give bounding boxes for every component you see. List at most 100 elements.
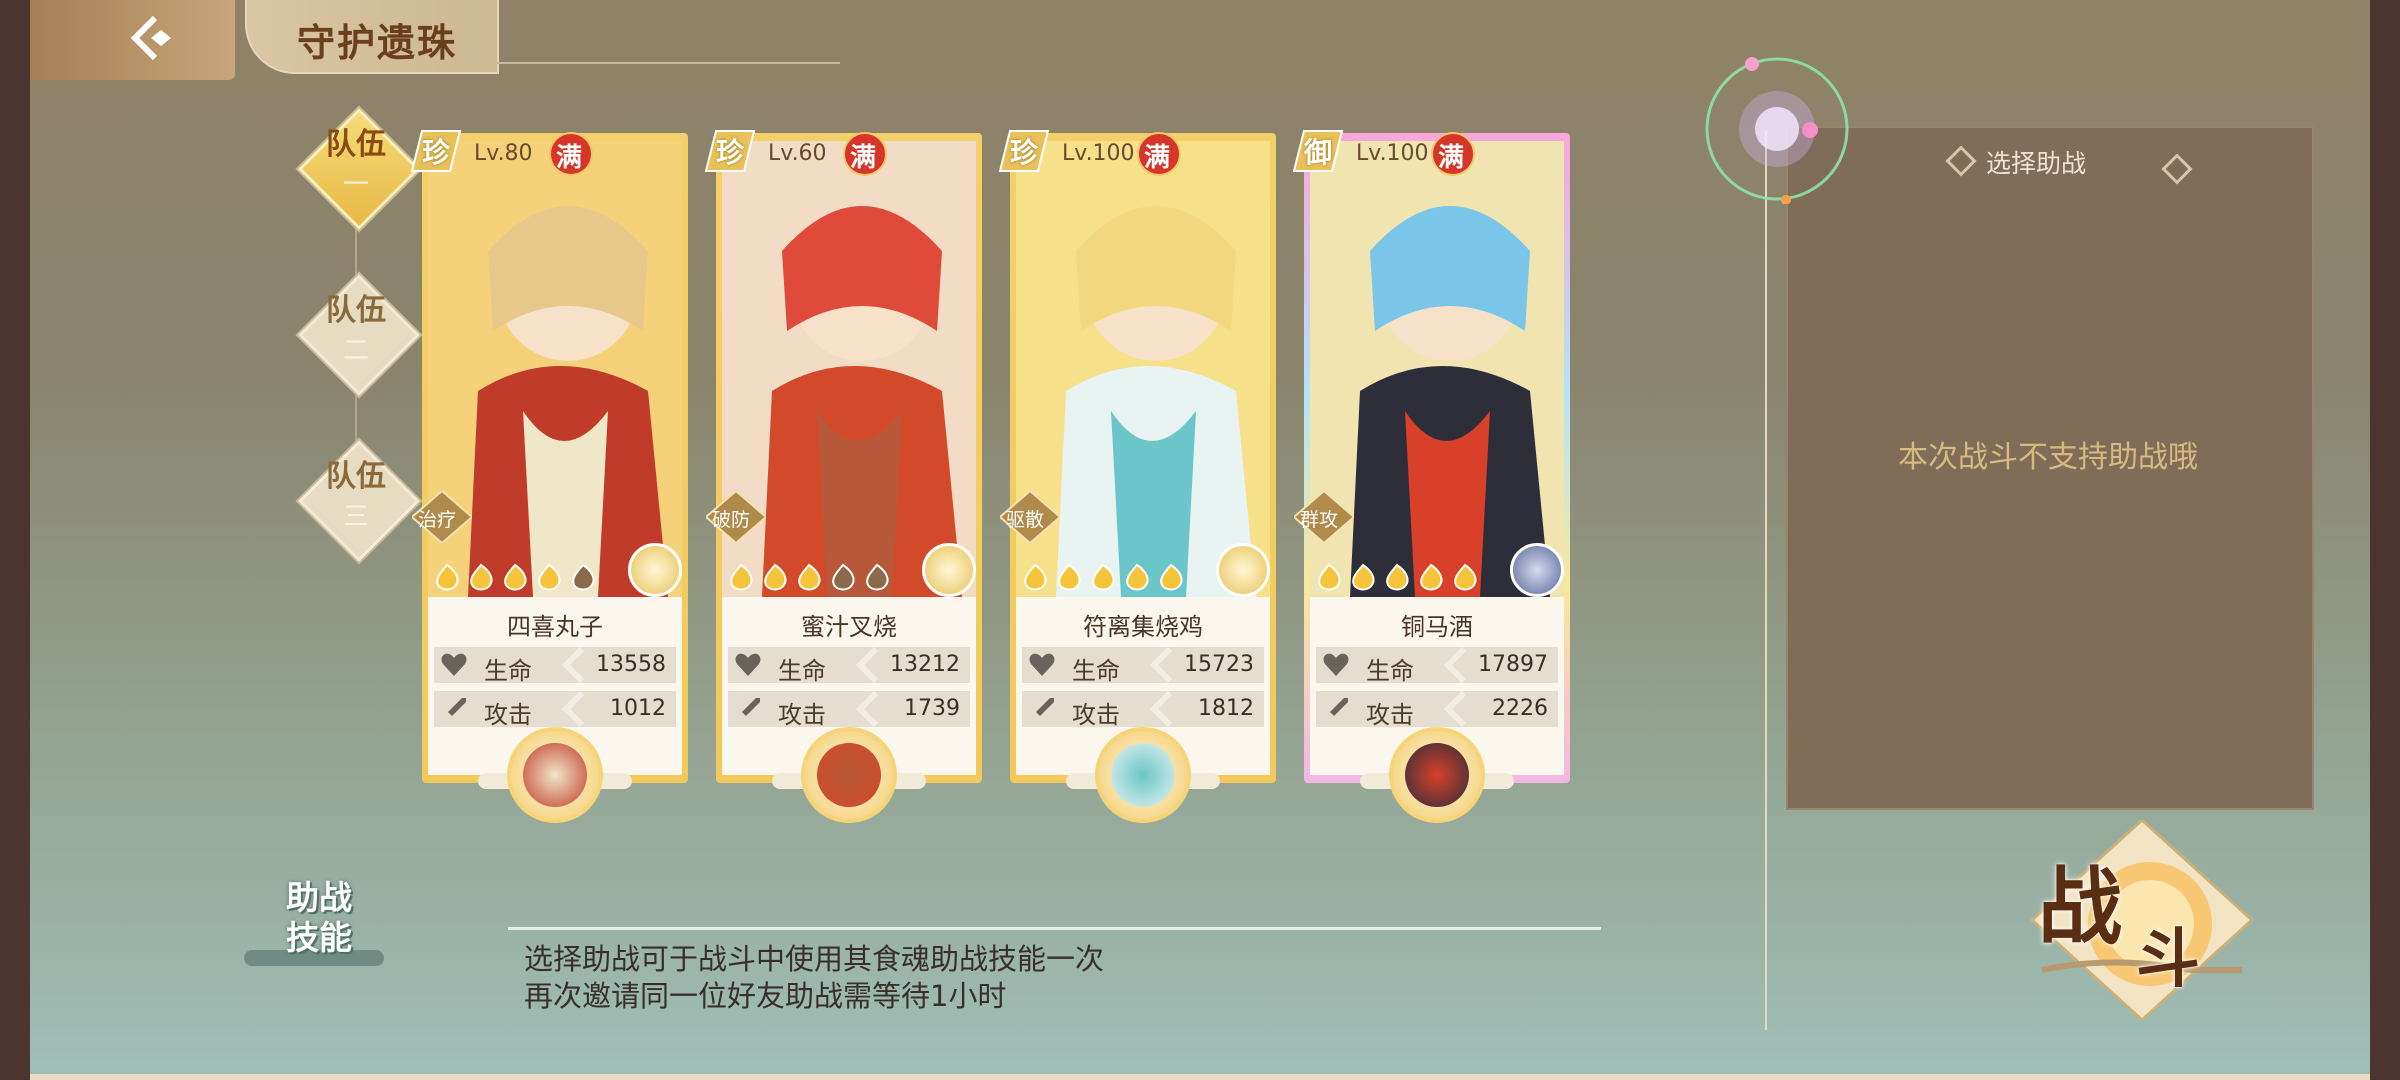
sword-icon [1032, 698, 1054, 720]
team-tab-label: 队伍 [326, 459, 386, 494]
fight-button[interactable]: 战 斗 [2022, 817, 2262, 1023]
team-tab-3[interactable]: 队伍 三 [298, 440, 420, 562]
role-badge: 驱散 [998, 489, 1062, 545]
star-flame-lit-icon [764, 563, 787, 591]
max-badge-label: 满 [1144, 143, 1171, 173]
rarity-badge: 珍 [410, 129, 462, 173]
attack-row: 攻击 2226 [1316, 691, 1558, 729]
sparkle-orb-icon [1705, 57, 1849, 204]
team-tab-2[interactable]: 队伍 二 [298, 274, 420, 396]
hp-value: 13558 [596, 652, 666, 677]
rarity-badge: 御 [1292, 129, 1344, 173]
attack-value: 1012 [610, 696, 666, 721]
hp-label: 生命 [1072, 657, 1120, 685]
attack-label: 攻击 [778, 701, 826, 729]
rarity-badge: 珍 [998, 129, 1050, 173]
star-flame-lit-icon [1420, 563, 1443, 591]
max-badge: 满 [1136, 131, 1182, 177]
hp-label: 生命 [484, 657, 532, 685]
hp-value: 17897 [1478, 652, 1548, 677]
team-tab-number: 三 [342, 502, 369, 532]
attack-value: 2226 [1492, 696, 1548, 721]
back-button[interactable] [30, 0, 235, 80]
star-flame-lit-icon [1454, 563, 1477, 591]
element-icon [628, 543, 682, 597]
level-text: Lv.60 [768, 141, 827, 166]
game-screen: 守护遗珠 队伍 一 队伍 二 队伍 三 珍 Lv.80 满 治疗 四喜丸子 生命… [30, 0, 2370, 1080]
partner-avatar[interactable] [1095, 727, 1191, 823]
attack-value: 1812 [1198, 696, 1254, 721]
heart-icon [441, 653, 467, 676]
star-flame-empty-icon [832, 563, 855, 591]
team-tab-label: 队伍 [326, 127, 386, 162]
max-badge: 满 [1430, 131, 1476, 177]
role-badge: 群攻 [1292, 489, 1356, 545]
character-card[interactable]: 珍 Lv.80 满 治疗 四喜丸子 生命 13558 攻击 1012 [410, 130, 688, 823]
star-flame-lit-icon [798, 563, 821, 591]
attack-row: 攻击 1812 [1022, 691, 1264, 729]
title-divider [460, 62, 840, 64]
attack-value: 1739 [904, 696, 960, 721]
rarity-badge: 珍 [704, 129, 756, 173]
hp-row: 生命 15723 [1022, 647, 1264, 685]
help-text-2: 再次邀请同一位好友助战需等待1小时 [524, 979, 1007, 1013]
rarity-label: 珍 [716, 136, 745, 169]
heart-icon [1323, 653, 1349, 676]
rarity-label: 御 [1304, 136, 1333, 169]
role-badge: 治疗 [410, 489, 474, 545]
star-flame-lit-icon [1092, 563, 1115, 591]
role-label: 破防 [712, 509, 751, 531]
help-divider [508, 927, 1601, 930]
team-tab-1[interactable]: 队伍 一 [298, 108, 420, 230]
star-rating [432, 563, 598, 591]
assist-unavailable-message: 本次战斗不支持助战哦 [1898, 440, 2198, 475]
star-flame-lit-icon [1318, 563, 1341, 591]
attack-row: 攻击 1739 [728, 691, 970, 729]
team-tab-label: 队伍 [326, 293, 386, 328]
fight-label-1: 战 [2038, 857, 2123, 956]
star-rating [1314, 563, 1480, 591]
character-card[interactable]: 珍 Lv.100 满 驱散 符离集烧鸡 生命 15723 攻击 1812 [998, 130, 1276, 823]
partner-avatar[interactable] [507, 727, 603, 823]
star-flame-lit-icon [1386, 563, 1409, 591]
star-flame-lit-icon [1024, 563, 1047, 591]
hp-label: 生命 [1366, 657, 1414, 685]
star-flame-lit-icon [436, 563, 459, 591]
star-rating [1020, 563, 1186, 591]
star-flame-empty-icon [866, 563, 889, 591]
max-badge: 满 [548, 131, 594, 177]
star-flame-lit-icon [470, 563, 493, 591]
fight-label-2: 斗 [2136, 922, 2200, 997]
max-badge-label: 满 [1438, 143, 1465, 173]
hp-label: 生命 [778, 657, 826, 685]
max-badge-label: 满 [556, 143, 583, 173]
character-name: 四喜丸子 [507, 613, 603, 641]
attack-label: 攻击 [1366, 701, 1414, 729]
assist-skill-tag: 助战 技能 [250, 878, 370, 968]
hp-row: 生命 13558 [434, 647, 676, 685]
character-name: 铜马酒 [1401, 613, 1473, 641]
heart-icon [735, 653, 761, 676]
star-flame-lit-icon [1058, 563, 1081, 591]
sword-icon [738, 698, 760, 720]
partner-avatar[interactable] [801, 727, 897, 823]
attack-label: 攻击 [1072, 701, 1120, 729]
element-icon [1510, 543, 1564, 597]
back-arrow-icon [130, 15, 171, 61]
attack-label: 攻击 [484, 701, 532, 729]
role-badge: 破防 [704, 489, 768, 545]
character-name: 蜜汁叉烧 [801, 613, 897, 641]
character-card[interactable]: 御 Lv.100 满 群攻 铜马酒 生命 17897 攻击 2226 [1292, 130, 1570, 823]
rarity-label: 珍 [422, 136, 451, 169]
hp-row: 生命 13212 [728, 647, 970, 685]
star-flame-lit-icon [1126, 563, 1149, 591]
partner-avatar[interactable] [1389, 727, 1485, 823]
role-label: 治疗 [418, 509, 457, 531]
character-card[interactable]: 珍 Lv.60 满 破防 蜜汁叉烧 生命 13212 攻击 1739 [704, 130, 982, 823]
sword-icon [444, 698, 466, 720]
sword-icon [1326, 698, 1348, 720]
star-flame-lit-icon [504, 563, 527, 591]
skill-tag-line-2: 技能 [286, 918, 352, 957]
element-icon [922, 543, 976, 597]
max-badge-label: 满 [850, 143, 877, 173]
